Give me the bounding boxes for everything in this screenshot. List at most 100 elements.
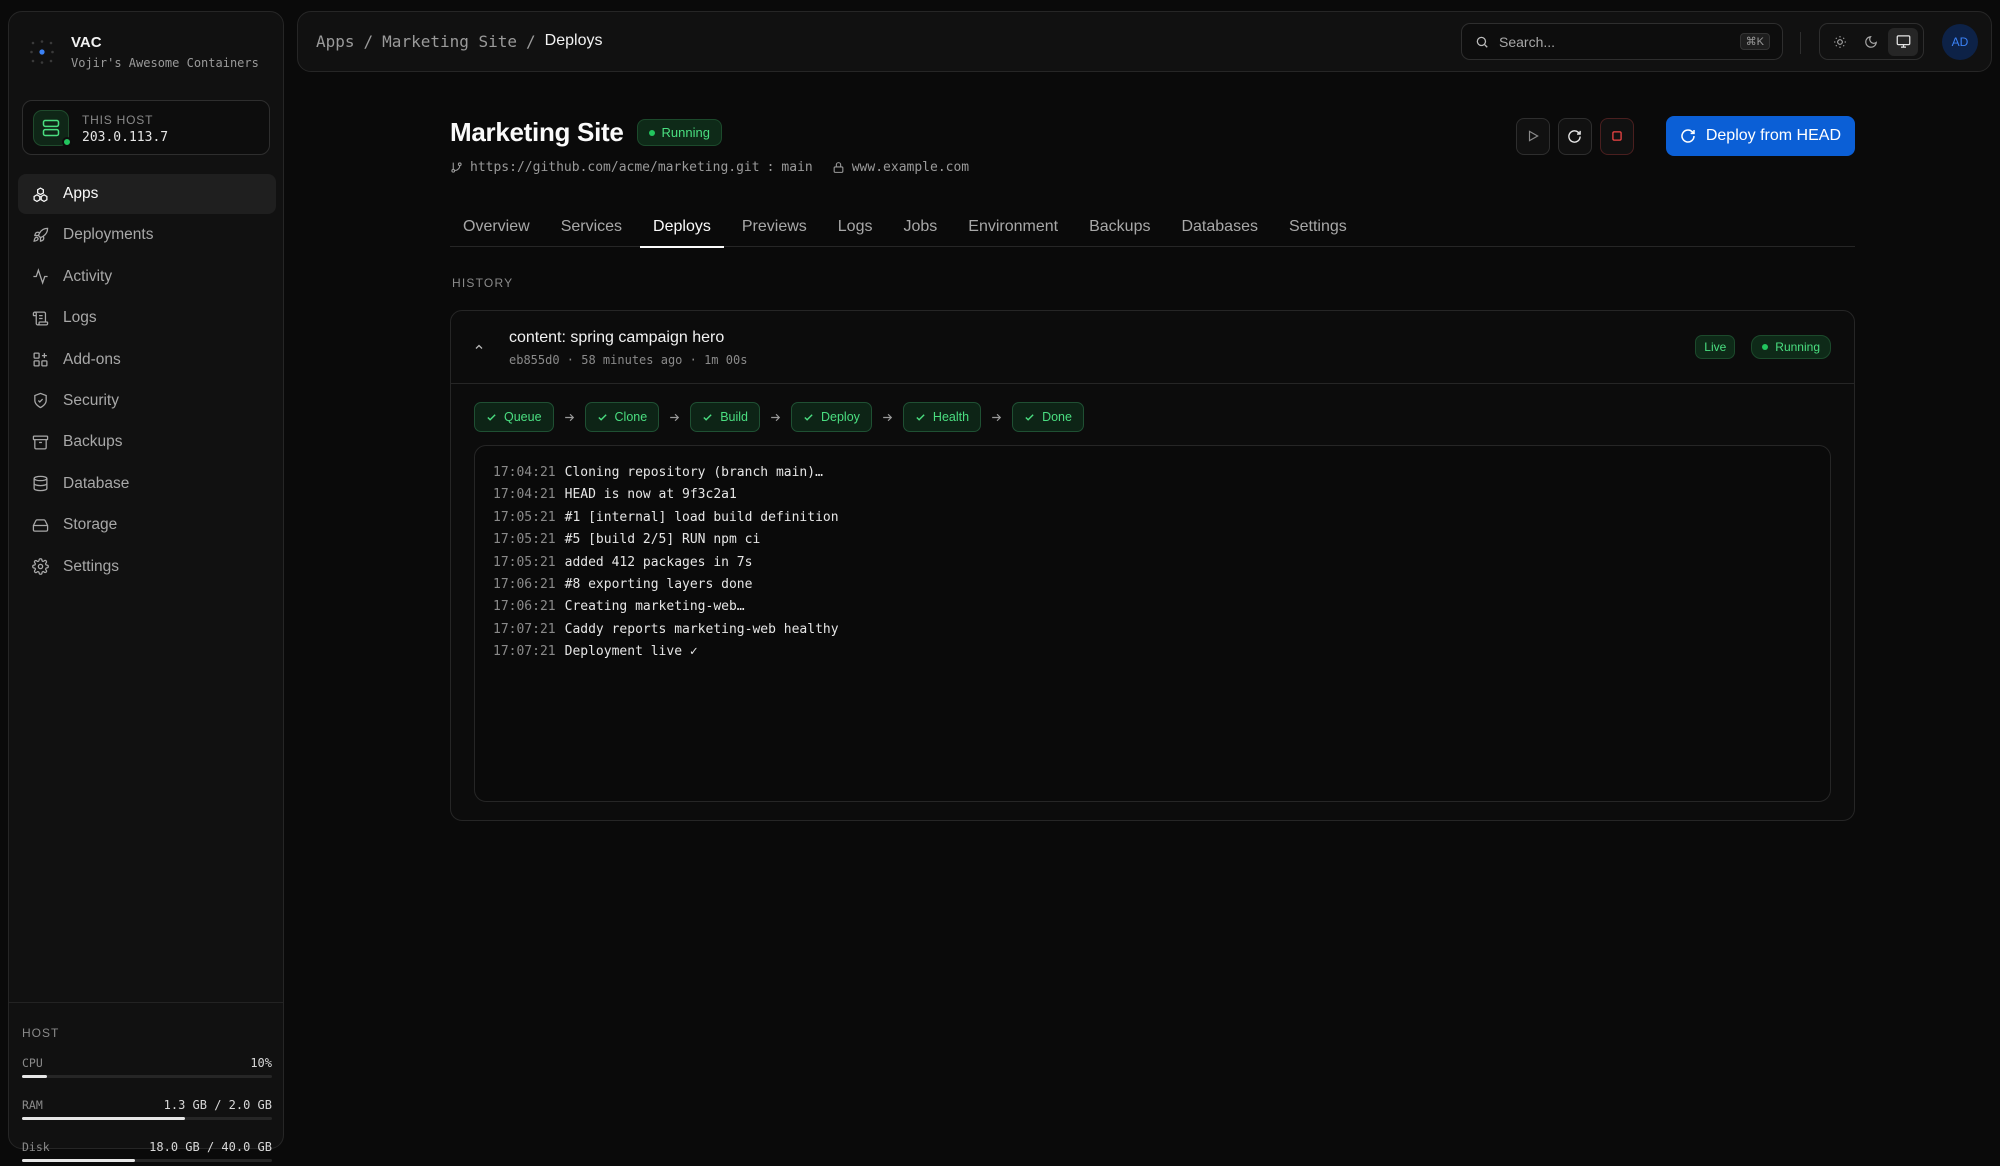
check-icon [703, 413, 712, 421]
ram-bar [22, 1117, 272, 1120]
pipeline-step-build[interactable]: Build [690, 402, 760, 432]
log-message: added 412 packages in 7s [564, 554, 753, 570]
sidebar-item-security[interactable]: Security [18, 381, 276, 421]
ram-bar-fill [22, 1117, 185, 1120]
tab-previews[interactable]: Previews [729, 206, 820, 247]
log-timestamp: 17:07:21 [493, 644, 556, 660]
chevron-up-icon[interactable] [473, 341, 485, 353]
log-line: 17:07:21 Deployment live ✓ [493, 641, 1812, 663]
sidebar-divider [9, 1002, 283, 1003]
sidebar-item-activity[interactable]: Activity [18, 257, 276, 297]
pipeline-step-label: Deploy [821, 410, 860, 424]
pipeline-step-queue[interactable]: Queue [474, 402, 554, 432]
history-heading: HISTORY [452, 276, 514, 290]
apps-icon [32, 186, 49, 203]
log-line: 17:06:21 #8 exporting layers done [493, 574, 1812, 596]
app-actions: Deploy from HEAD [1515, 116, 1855, 156]
pipeline-step-done[interactable]: Done [1012, 402, 1084, 432]
search-box[interactable]: ⌘K [1461, 23, 1783, 60]
tab-logs[interactable]: Logs [825, 206, 886, 247]
log-line: 17:06:21 Creating marketing-web… [493, 596, 1812, 618]
sidebar-item-label: Add-ons [63, 350, 121, 368]
pipeline-step-clone[interactable]: Clone [584, 402, 660, 432]
deploy-card: content: spring campaign hero eb855d0 · … [450, 310, 1855, 821]
sidebar-nav: Apps Deployments Activity Logs Add-ons S… [18, 174, 276, 588]
log-timestamp: 17:06:21 [493, 599, 556, 615]
breadcrumb-current: Deploys [544, 32, 603, 49]
repo-url[interactable]: https://github.com/acme/marketing.git [470, 160, 760, 175]
search-input[interactable] [1499, 33, 1719, 50]
log-message: #8 exporting layers done [564, 577, 753, 593]
pipeline-steps: Queue Clone Build Deploy Health Done [474, 402, 1084, 432]
archive-icon [32, 434, 49, 451]
log-line: 17:07:21 Caddy reports marketing-web heal… [493, 619, 1812, 641]
app-meta: https://github.com/acme/marketing.git : … [450, 160, 969, 175]
toolbar-separator [1800, 32, 1801, 54]
pipeline-step-deploy[interactable]: Deploy [791, 402, 872, 432]
pipeline-step-label: Done [1042, 410, 1072, 424]
sidebar-item-label: Database [63, 474, 130, 492]
user-avatar[interactable]: AD [1942, 24, 1978, 60]
deploy-badges: Live Running [1695, 335, 1831, 359]
tab-services[interactable]: Services [548, 206, 635, 247]
activity-icon [32, 268, 49, 286]
cpu-value: 10% [250, 1056, 272, 1070]
ram-value: 1.3 GB / 2.0 GB [163, 1098, 272, 1112]
stop-button[interactable] [1599, 117, 1634, 155]
tab-jobs[interactable]: Jobs [890, 206, 950, 247]
ram-metric: RAM 1.3 GB / 2.0 GB [22, 1098, 272, 1124]
sidebar-item-storage[interactable]: Storage [18, 505, 276, 545]
tab-deploys[interactable]: Deploys [640, 206, 724, 248]
restart-button[interactable] [1557, 117, 1592, 155]
restart-icon [1568, 129, 1582, 143]
sidebar-item-logs[interactable]: Logs [18, 298, 276, 338]
start-button[interactable] [1515, 117, 1550, 155]
sidebar-item-settings[interactable]: Settings [18, 547, 276, 587]
theme-system-button[interactable] [1888, 27, 1919, 56]
rocket-icon [32, 227, 49, 244]
lock-icon [832, 161, 845, 174]
sidebar-item-database[interactable]: Database [18, 464, 276, 504]
log-message: #5 [build 2/5] RUN npm ci [564, 532, 761, 548]
sidebar-item-addons[interactable]: Add-ons [18, 340, 276, 380]
play-icon [1528, 130, 1539, 142]
check-icon [804, 413, 813, 421]
breadcrumb-apps[interactable]: Apps [316, 32, 355, 51]
top-bar: Apps / Marketing Site / Deploys ⌘K AD [297, 11, 1992, 72]
deploy-from-head-button[interactable]: Deploy from HEAD [1665, 116, 1855, 156]
log-message: Cloning repository (branch main)… [564, 465, 823, 480]
sidebar-item-apps[interactable]: Apps [18, 174, 276, 214]
brand-subtitle: Vojir's Awesome Containers [71, 56, 259, 70]
ram-label: RAM [22, 1098, 43, 1112]
sidebar-item-deployments[interactable]: Deployments [18, 215, 276, 255]
breadcrumb-separator: / [363, 32, 374, 51]
theme-dark-button[interactable] [1856, 28, 1886, 56]
deploy-card-header[interactable]: content: spring campaign hero eb855d0 · … [451, 311, 1854, 384]
sidebar-item-label: Storage [63, 516, 118, 534]
log-message: Deployment live ✓ [564, 644, 698, 660]
brand[interactable]: VAC Vojir's Awesome Containers [29, 34, 259, 70]
sidebar-item-label: Deployments [63, 226, 154, 244]
sidebar-item-label: Settings [63, 557, 120, 575]
host-card[interactable]: THIS HOST 203.0.113.7 [22, 100, 270, 155]
branch-separator: : [766, 160, 775, 175]
tab-environment[interactable]: Environment [955, 206, 1071, 247]
log-line: 17:04:21 HEAD is now at 9f3c2a1 [493, 484, 1812, 506]
tab-settings[interactable]: Settings [1276, 206, 1360, 247]
arrow-right-icon [760, 411, 791, 424]
tab-databases[interactable]: Databases [1168, 206, 1271, 247]
tab-overview[interactable]: Overview [450, 206, 543, 247]
pipeline-step-health[interactable]: Health [902, 402, 982, 432]
sidebar-item-label: Security [63, 391, 119, 409]
cpu-label: CPU [22, 1056, 43, 1070]
deploy-log: 17:04:21 Cloning repository (branch main)… [474, 445, 1831, 802]
theme-light-button[interactable] [1825, 28, 1855, 56]
breadcrumb-marketing-site[interactable]: Marketing Site [382, 32, 517, 51]
tab-backups[interactable]: Backups [1076, 206, 1163, 247]
domain-link[interactable]: www.example.com [852, 160, 969, 175]
app-header: Marketing Site Running [450, 117, 722, 148]
check-icon [916, 413, 925, 421]
gear-icon [32, 558, 49, 575]
sidebar-item-backups[interactable]: Backups [18, 422, 276, 462]
disk-bar [22, 1159, 272, 1162]
